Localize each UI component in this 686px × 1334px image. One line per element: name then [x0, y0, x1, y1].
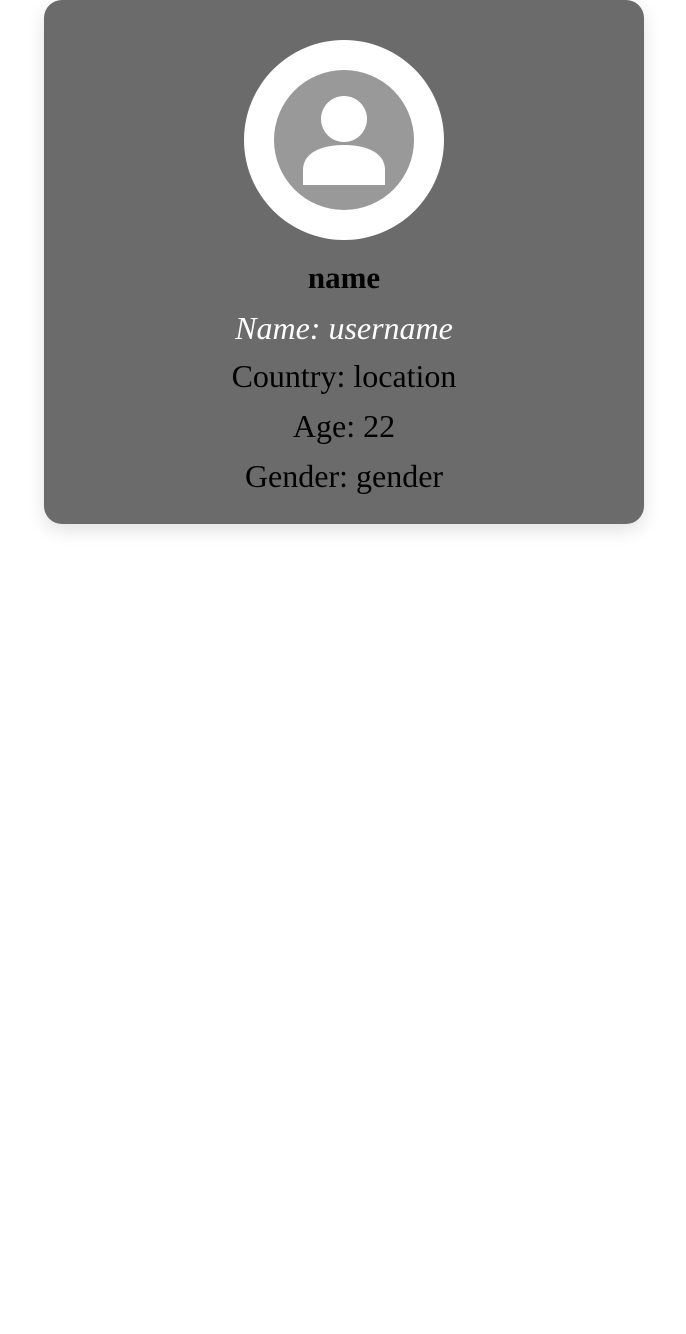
profile-name: name — [307, 260, 381, 295]
user-icon — [303, 96, 385, 185]
profile-username: Name: username — [235, 310, 453, 346]
avatar-inner — [274, 70, 414, 210]
avatar — [244, 40, 444, 240]
profile-country: Country: location — [231, 358, 457, 394]
profile-age: Age: 22 — [292, 408, 396, 444]
profile-gender: Gender: gender — [244, 458, 444, 494]
profile-card: name Name: username Country: location Ag… — [44, 0, 644, 524]
